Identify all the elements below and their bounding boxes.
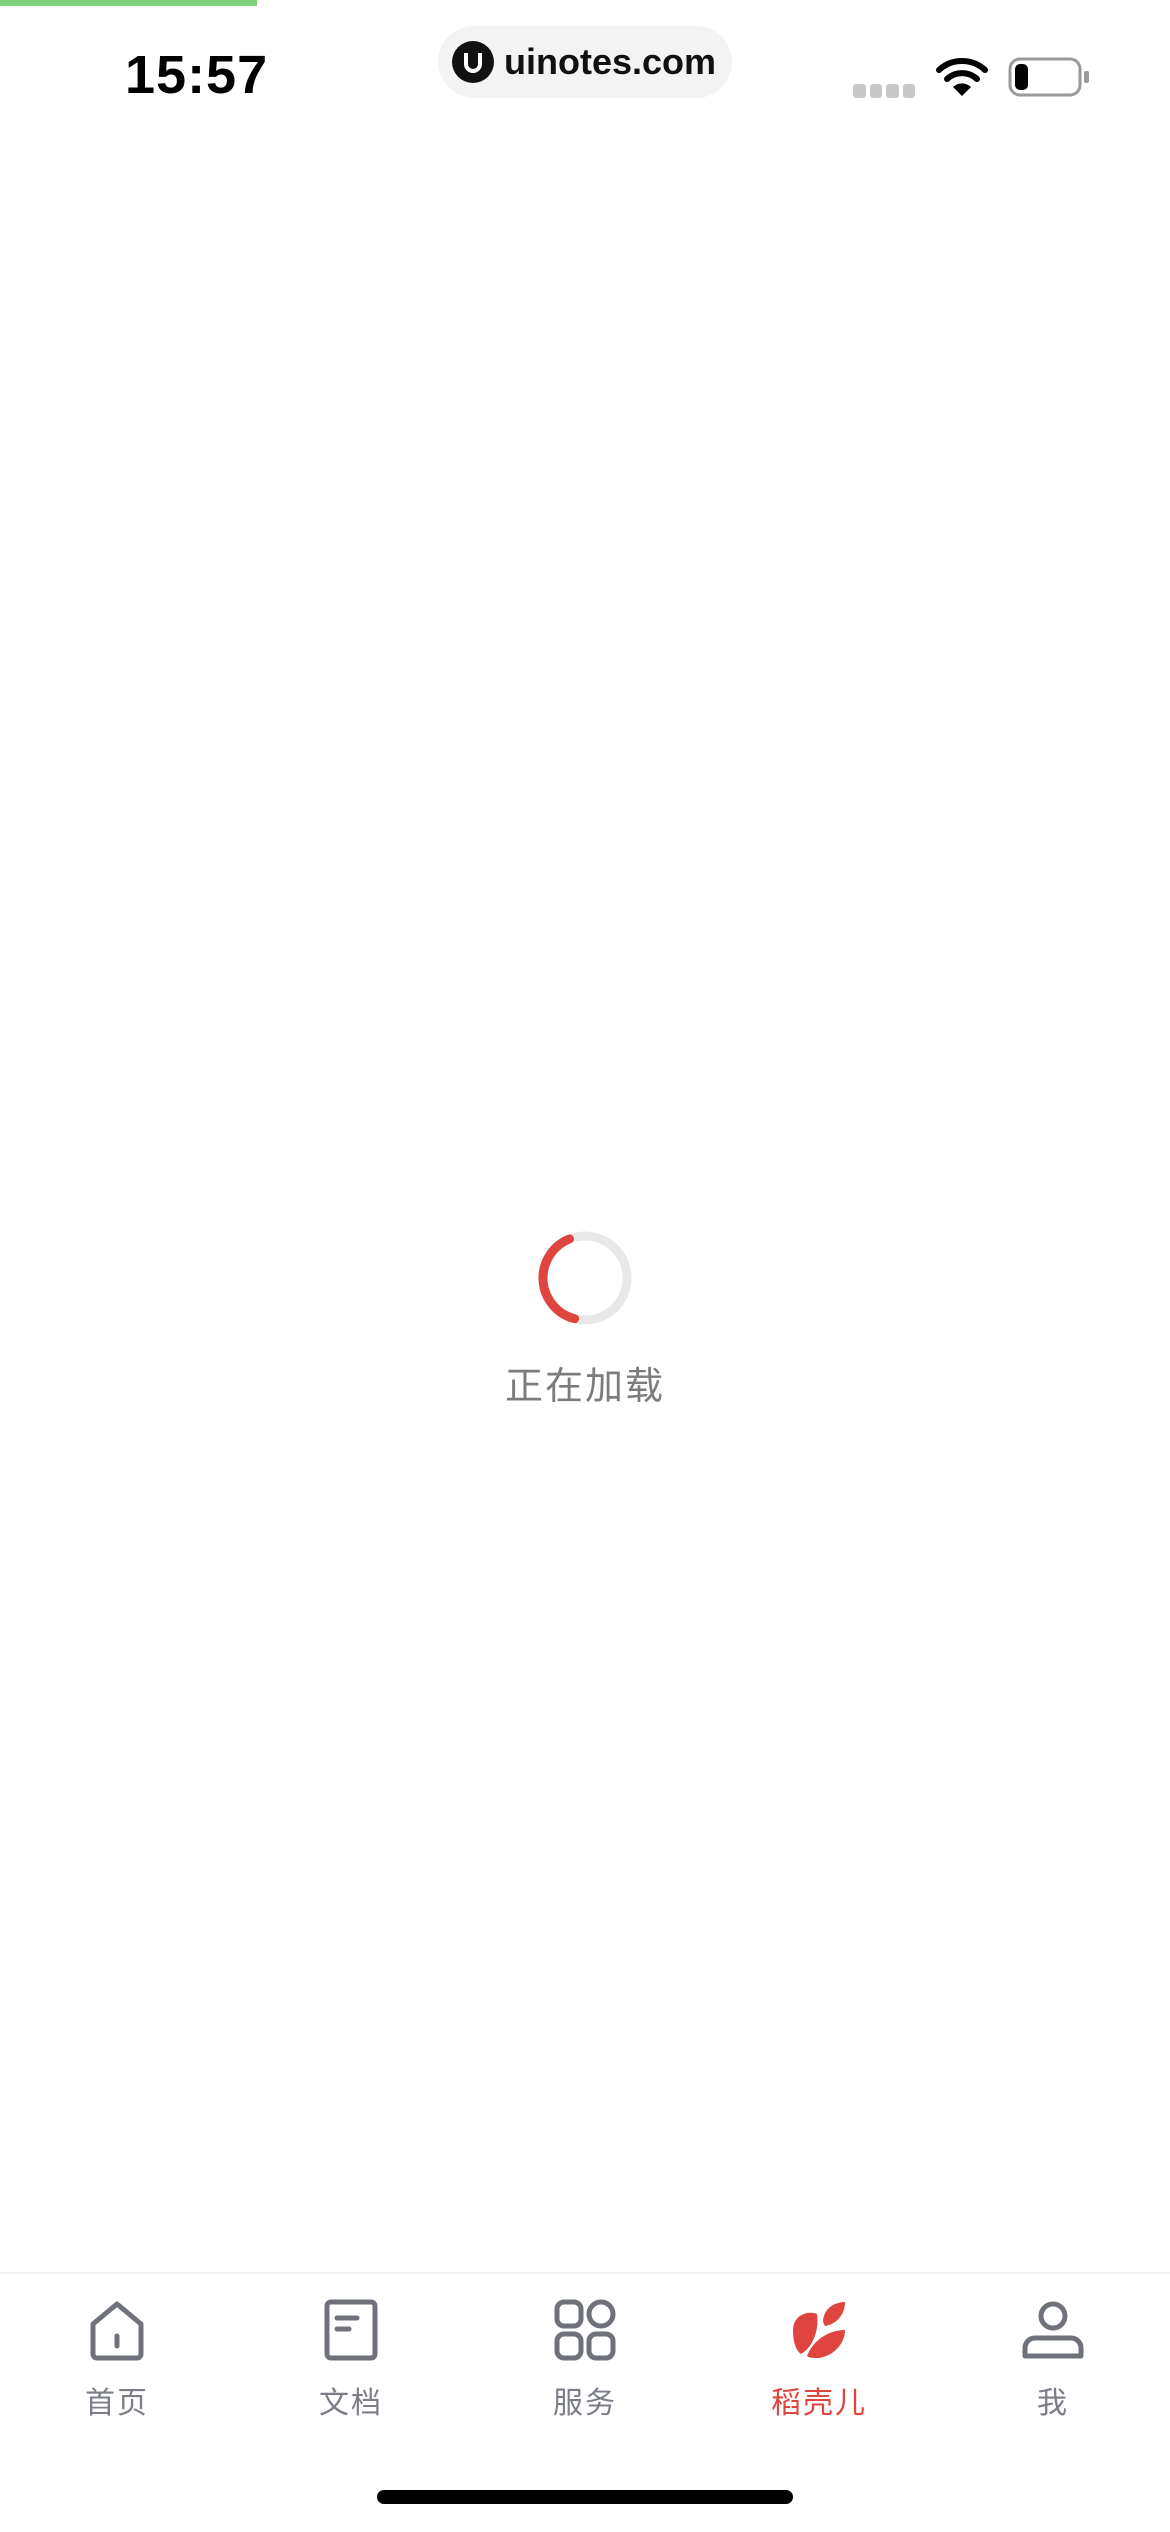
status-bar: 15:57 uinotes.com [0,0,1170,140]
wifi-icon [936,58,988,96]
document-icon [324,2299,378,2361]
tab-documents[interactable]: 文档 [234,2296,468,2446]
battery-icon [1008,57,1089,97]
tab-label: 稻壳儿 [771,2386,867,2421]
tab-label: 首页 [85,2386,149,2421]
tab-docer[interactable]: 稻壳儿 [702,2296,936,2446]
tab-me[interactable]: 我 [936,2296,1170,2446]
tab-home[interactable]: 首页 [0,2296,234,2446]
tab-label: 我 [1037,2386,1069,2421]
site-logo-icon [452,41,494,83]
loading-spinner-icon [538,1231,632,1325]
status-time: 15:57 [125,45,269,105]
loading-text: 正在加载 [504,1364,665,1408]
user-icon [1022,2301,1084,2359]
cellular-signal-icon [853,84,915,98]
tab-services[interactable]: 服务 [468,2296,702,2446]
url-pill[interactable]: uinotes.com [438,26,732,98]
home-icon [90,2301,144,2361]
tab-label: 文档 [319,2386,383,2421]
url-text: uinotes.com [504,41,717,82]
grid-icon [554,2299,616,2361]
leaf-icon [793,2302,845,2358]
home-indicator [377,2490,793,2504]
tab-label: 服务 [553,2386,617,2421]
